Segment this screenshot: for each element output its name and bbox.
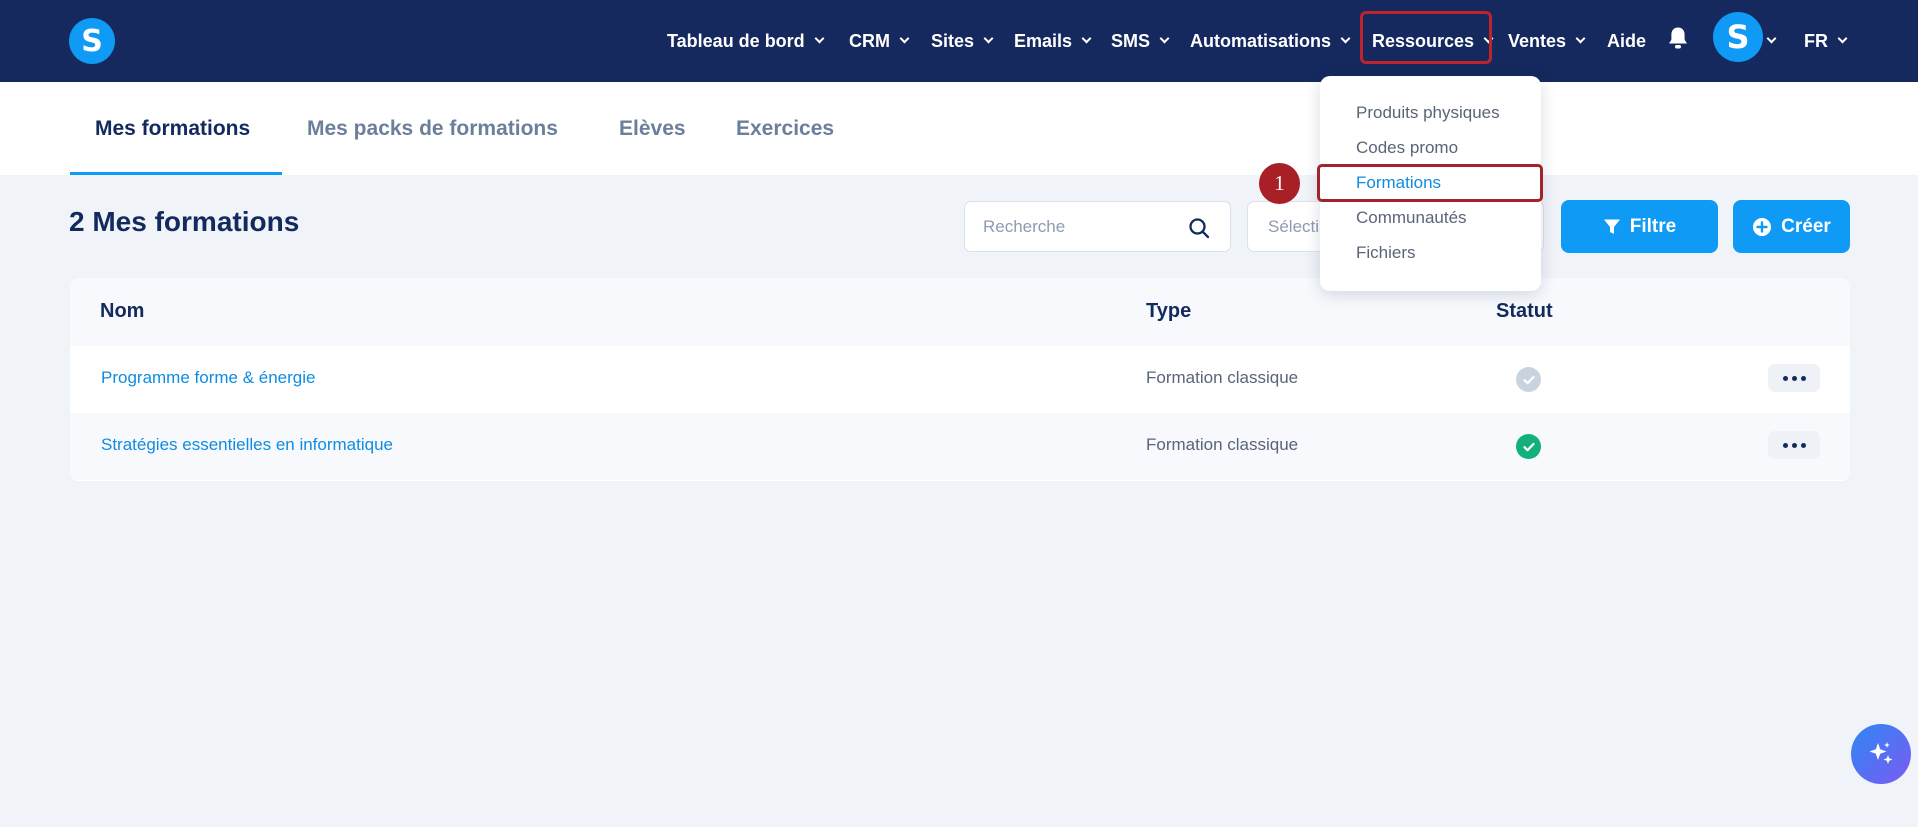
nav-item-automatisations[interactable]: Automatisations — [1190, 0, 1351, 82]
chevron-down-icon — [1837, 33, 1848, 44]
plus-circle-icon — [1753, 217, 1772, 236]
formations-table: Nom Type Statut Programme forme & énergi… — [70, 278, 1850, 481]
chevron-down-icon — [899, 33, 910, 44]
sparkle-icon — [1869, 742, 1893, 764]
chevron-down-icon — [1159, 33, 1170, 44]
avatar-menu-toggle[interactable] — [1766, 0, 1777, 82]
tabs-bar: Mes formations Mes packs de formations E… — [0, 82, 1918, 175]
ressources-highlight-box — [1360, 11, 1492, 64]
tab-exercices[interactable]: Exercices — [736, 82, 834, 175]
language-selector[interactable]: FR — [1804, 0, 1848, 82]
search-input[interactable] — [983, 214, 1183, 240]
nav-item-crm[interactable]: CRM — [849, 0, 910, 82]
table-row: Stratégies essentielles en informatique … — [70, 413, 1850, 480]
table-header: Nom Type Statut — [70, 278, 1850, 346]
nav-item-ventes[interactable]: Ventes — [1508, 0, 1586, 82]
dropdown-item-fichiers[interactable]: Fichiers — [1356, 243, 1416, 263]
app-logo[interactable]: S — [69, 18, 115, 64]
chevron-down-icon — [983, 33, 994, 44]
bell-icon[interactable] — [1667, 26, 1689, 50]
chevron-down-icon — [1081, 33, 1092, 44]
tab-eleves[interactable]: Elèves — [619, 82, 686, 175]
step-number-badge: 1 — [1259, 163, 1300, 204]
dropdown-item-communautes[interactable]: Communautés — [1356, 208, 1467, 228]
nav-item-sites[interactable]: Sites — [931, 0, 994, 82]
dropdown-item-produits-physiques[interactable]: Produits physiques — [1356, 103, 1500, 123]
status-check-icon-active — [1516, 434, 1541, 459]
formation-name-link[interactable]: Stratégies essentielles en informatique — [101, 435, 393, 455]
nav-item-aide[interactable]: Aide — [1607, 0, 1646, 82]
formation-type: Formation classique — [1146, 435, 1299, 454]
search-box — [964, 201, 1231, 252]
nav-item-tableau-de-bord[interactable]: Tableau de bord — [667, 0, 825, 82]
nav-item-emails[interactable]: Emails — [1014, 0, 1092, 82]
column-header-type[interactable]: Type — [1146, 300, 1191, 323]
row-actions-button[interactable] — [1768, 431, 1820, 459]
row-actions-button[interactable] — [1768, 364, 1820, 392]
search-icon[interactable] — [1188, 217, 1210, 239]
formations-highlight-box — [1317, 164, 1543, 202]
top-navbar: S Tableau de bord CRM Sites Emails SMS A… — [0, 0, 1918, 82]
formation-name-link[interactable]: Programme forme & énergie — [101, 368, 315, 388]
type-select-placeholder: Sélecti — [1268, 217, 1320, 236]
filter-button[interactable]: Filtre — [1561, 200, 1718, 253]
chevron-down-icon — [1340, 33, 1351, 44]
chevron-down-icon — [1766, 33, 1777, 44]
tab-mes-formations[interactable]: Mes formations — [95, 82, 250, 175]
page-title: 2 Mes formations — [69, 206, 300, 237]
dropdown-item-codes-promo[interactable]: Codes promo — [1356, 138, 1458, 158]
filter-icon — [1603, 219, 1620, 234]
column-header-nom[interactable]: Nom — [100, 300, 144, 323]
ai-assistant-button[interactable] — [1851, 724, 1911, 784]
formation-type: Formation classique — [1146, 368, 1299, 387]
table-row: Programme forme & énergie Formation clas… — [70, 346, 1850, 413]
chevron-down-icon — [814, 33, 825, 44]
chevron-down-icon — [1575, 33, 1586, 44]
user-avatar[interactable]: S — [1713, 12, 1763, 62]
status-check-icon-inactive — [1516, 367, 1541, 392]
column-header-statut[interactable]: Statut — [1496, 300, 1553, 323]
nav-item-sms[interactable]: SMS — [1111, 0, 1170, 82]
tab-mes-packs-de-formations[interactable]: Mes packs de formations — [307, 82, 558, 175]
create-button[interactable]: Créer — [1733, 200, 1850, 253]
active-tab-indicator — [70, 172, 282, 175]
